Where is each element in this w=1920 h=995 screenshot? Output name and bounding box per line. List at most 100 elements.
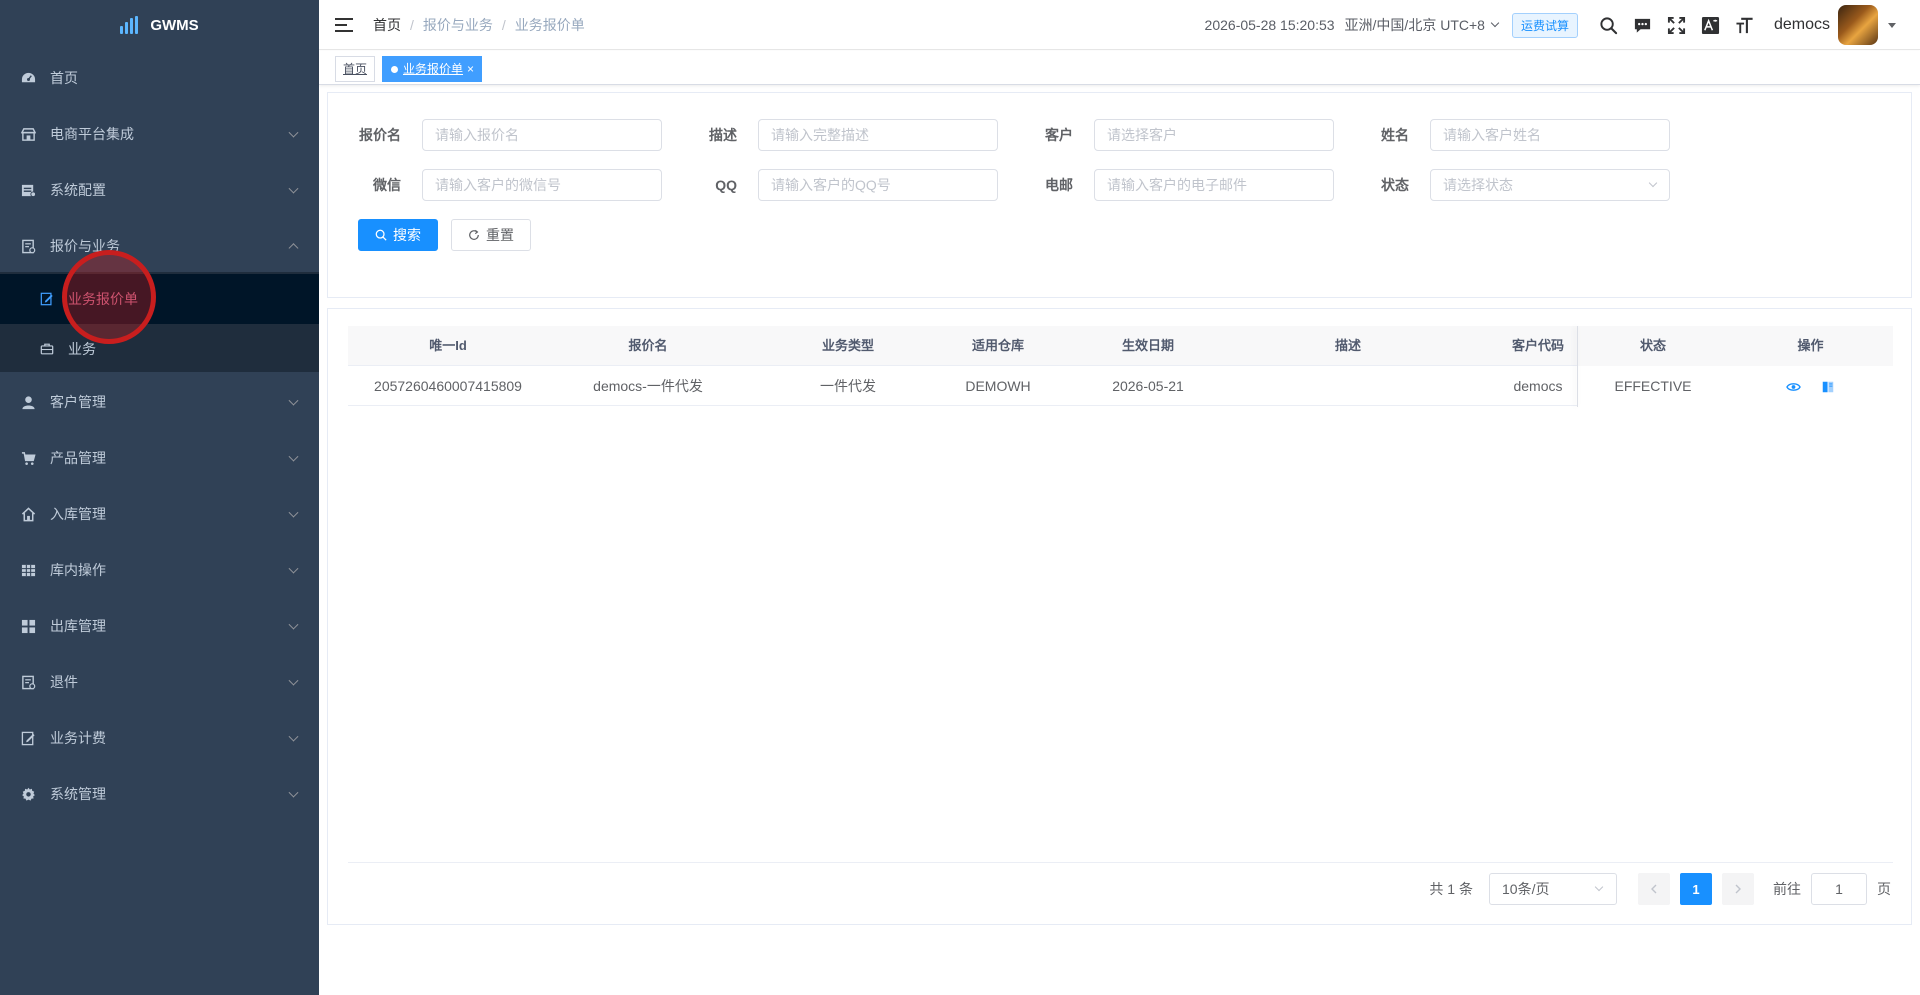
translate-icon[interactable] — [1700, 14, 1722, 36]
view-icon[interactable] — [1786, 381, 1801, 393]
status-select[interactable] — [1430, 169, 1670, 201]
sidebar-item-outbound[interactable]: 出库管理 — [0, 598, 319, 654]
sidebar-item-billing[interactable]: 业务计费 — [0, 710, 319, 766]
sidebar-item-label: 出库管理 — [50, 618, 106, 634]
column-header: 状态 — [1578, 326, 1728, 366]
column-header: 操作 — [1728, 326, 1893, 366]
sidebar-item-warehouse-ops[interactable]: 库内操作 — [0, 542, 319, 598]
sidebar-item-system-config[interactable]: 系统配置 — [0, 162, 319, 218]
label-customer: 客户 — [1045, 127, 1073, 143]
user-avatar[interactable] — [1838, 5, 1878, 45]
cell-business-type: 一件代发 — [820, 378, 876, 394]
sidebar-item-label: 业务 — [68, 341, 96, 357]
chevron-down-icon — [288, 507, 299, 518]
config-icon — [20, 182, 36, 198]
next-page-button[interactable] — [1722, 873, 1754, 905]
pagination: 共 1 条 10条/页 1 前往 页 — [1429, 873, 1891, 905]
label-quote-name: 报价名 — [359, 127, 401, 143]
dashboard-icon — [20, 70, 36, 86]
page-size-select[interactable]: 10条/页 — [1489, 873, 1617, 905]
app-name: GWMS — [150, 16, 199, 34]
quote-icon — [20, 238, 36, 254]
goto-page-input[interactable] — [1811, 873, 1867, 905]
tag-home[interactable]: 首页 — [335, 56, 376, 82]
fullscreen-icon[interactable] — [1666, 14, 1688, 36]
sidebar-item-quote-business[interactable]: 报价与业务 — [0, 218, 319, 274]
chevron-down-icon — [288, 787, 299, 798]
sidebar-subitem-business-quote[interactable]: 业务报价单 — [0, 274, 319, 324]
sidebar-item-inbound[interactable]: 入库管理 — [0, 486, 319, 542]
cell-status: EFFECTIVE — [1578, 366, 1728, 406]
tag-label: 业务报价单 — [403, 62, 464, 76]
sidebar-item-home[interactable]: 首页 — [0, 50, 319, 106]
surname-input[interactable] — [1430, 119, 1670, 151]
return-doc-icon — [20, 674, 36, 690]
column-header: 描述 — [1334, 338, 1361, 353]
sidebar-item-label: 客户管理 — [50, 394, 106, 410]
breadcrumb-current: 业务报价单 — [514, 16, 585, 33]
table-row[interactable]: 2057260460007415809 democs-一件代发 一件代发 DEM… — [348, 366, 1893, 406]
column-header: 唯一Id — [429, 338, 467, 353]
gear-icon — [20, 786, 36, 802]
search-icon[interactable] — [1598, 14, 1620, 36]
edit-icon — [20, 730, 36, 746]
sidebar-item-system-admin[interactable]: 系统管理 — [0, 766, 319, 822]
search-button-label: 搜索 — [393, 227, 421, 243]
prev-page-button[interactable] — [1638, 873, 1670, 905]
cell-description — [1248, 366, 1448, 406]
sidebar-item-customer[interactable]: 客户管理 — [0, 374, 319, 430]
qq-input[interactable] — [758, 169, 998, 201]
refresh-icon — [468, 229, 480, 241]
sidebar-item-ecommerce[interactable]: 电商平台集成 — [0, 106, 319, 162]
freight-calc-button[interactable]: 运费试算 — [1511, 12, 1578, 38]
breadcrumb-quote-business[interactable]: 报价与业务 — [423, 15, 493, 35]
goto-label: 前往 — [1773, 881, 1801, 897]
label-email: 电邮 — [1045, 177, 1073, 193]
font-size-icon[interactable] — [1734, 14, 1756, 36]
sidebar-item-label: 业务计费 — [50, 730, 106, 746]
search-icon — [375, 229, 387, 241]
email-input[interactable] — [1094, 169, 1334, 201]
wechat-input[interactable] — [422, 169, 662, 201]
search-button[interactable]: 搜索 — [358, 219, 438, 251]
sidebar-item-label: 报价与业务 — [50, 238, 120, 254]
description-input[interactable] — [758, 119, 998, 151]
sidebar-item-product[interactable]: 产品管理 — [0, 430, 319, 486]
page-suffix: 页 — [1877, 881, 1891, 897]
chevron-up-icon — [288, 243, 299, 254]
breadcrumb-separator: / — [410, 16, 414, 33]
page-number-current[interactable]: 1 — [1680, 873, 1712, 905]
reset-button[interactable]: 重置 — [451, 219, 531, 251]
message-icon[interactable] — [1632, 14, 1654, 36]
label-qq: QQ — [715, 177, 737, 193]
sidebar-subitem-business[interactable]: 业务 — [0, 324, 319, 374]
label-description: 描述 — [709, 127, 737, 143]
chevron-down-icon — [288, 731, 299, 742]
tag-business-quote[interactable]: 业务报价单 × — [382, 56, 483, 82]
sidebar-item-label: 产品管理 — [50, 450, 106, 466]
chevron-down-icon — [288, 395, 299, 406]
chevron-down-icon — [288, 451, 299, 462]
column-header: 生效日期 — [1121, 338, 1174, 353]
status-select-input[interactable] — [1430, 169, 1670, 201]
timezone-select[interactable]: 亚洲/中国/北京 UTC+8 — [1344, 15, 1500, 35]
quote-name-input[interactable] — [422, 119, 662, 151]
breadcrumb-home[interactable]: 首页 — [373, 15, 401, 35]
close-icon[interactable]: × — [467, 57, 474, 81]
customer-select[interactable] — [1094, 119, 1334, 151]
reset-button-label: 重置 — [486, 227, 514, 243]
book-icon[interactable] — [1821, 380, 1835, 394]
app-logo[interactable]: GWMS — [0, 0, 319, 50]
hamburger-icon[interactable] — [335, 17, 353, 32]
store-icon — [20, 126, 36, 142]
home-icon — [20, 506, 36, 522]
username[interactable]: democs — [1774, 16, 1830, 34]
caret-down-icon[interactable] — [1888, 22, 1896, 28]
cell-quote-name: democs-一件代发 — [593, 378, 703, 394]
sidebar-item-label: 库内操作 — [50, 562, 106, 578]
chevron-down-icon — [288, 127, 299, 138]
timezone-label: 亚洲/中国/北京 UTC+8 — [1344, 17, 1485, 33]
label-status: 状态 — [1381, 177, 1409, 193]
sidebar-item-label: 业务报价单 — [68, 291, 138, 307]
sidebar-item-returns[interactable]: 退件 — [0, 654, 319, 710]
